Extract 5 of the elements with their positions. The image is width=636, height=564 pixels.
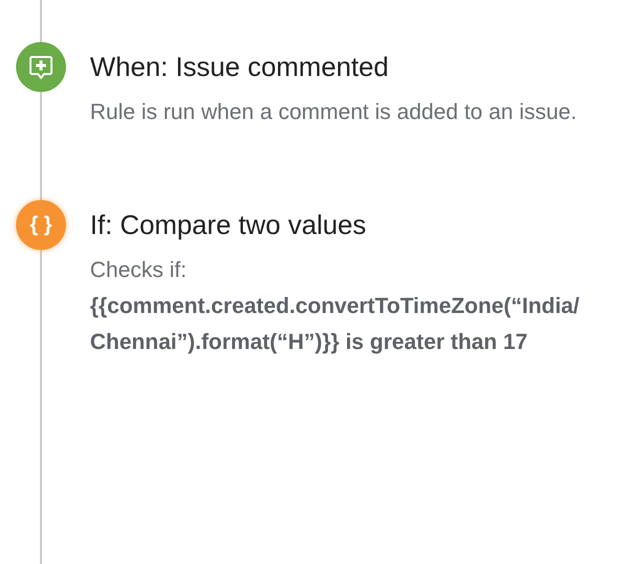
step-description: Checks if: {{comment.created.convertToTimeZone(“India/Chennai”).format(“H”)}} is greater than 17 <box>90 256 580 356</box>
step-title: When: Issue commented <box>90 51 390 84</box>
step-description: Rule is run when a comment is added to an issue. <box>90 98 578 126</box>
step-title: If: Compare two values <box>90 209 368 242</box>
braces-icon: { } <box>16 200 66 250</box>
